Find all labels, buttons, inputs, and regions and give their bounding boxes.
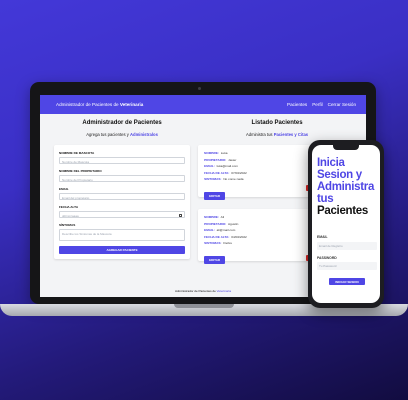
login-heading-dark: Pacientes <box>317 205 368 217</box>
patient-field-value: ali@mail.com <box>216 228 236 233</box>
edit-button[interactable]: EDITAR <box>204 192 226 200</box>
patient-field-value: 07/04/2022 <box>231 170 247 175</box>
owner-name-input[interactable]: Nombre del Propietario <box>59 175 186 182</box>
patient-field-value: No come nada <box>223 177 244 182</box>
patient-field-value: Luka <box>220 151 228 155</box>
pet-name-input[interactable]: Nombre de Mascota <box>59 157 186 164</box>
top-nav: Pacientes Perfil Cerrar Sesión <box>287 102 356 107</box>
login-email-label: EMAIL <box>317 235 328 239</box>
patient-field-key: EMAIL: <box>204 228 215 233</box>
email-label: EMAIL <box>59 187 69 191</box>
phone-notch <box>333 145 359 150</box>
patient-field-value: luka@mail.com <box>216 164 238 169</box>
form-column: Administrador de Pacientes Agrega tus pa… <box>54 118 191 273</box>
form-title: Administrador de Pacientes <box>82 120 162 126</box>
list-subtitle-prefix: Administra tus <box>245 132 274 137</box>
phone-screen: Inicia Sesion y Administra tus Pacientes… <box>312 145 380 303</box>
pet-name-label: NOMBRE DE MASCOTA <box>59 151 95 155</box>
patient-field-key: PROPIETARIO: <box>204 157 227 162</box>
add-patient-button[interactable]: AGREGAR PACIENTE <box>59 246 186 254</box>
patient-field-value: Javier <box>228 157 237 162</box>
patient-field-value: Agustin <box>227 221 239 226</box>
patient-field-key: EMAIL: <box>204 164 215 169</box>
patient-field-key: FECHA DE ALTA: <box>204 170 230 175</box>
nav-pacientes[interactable]: Pacientes <box>287 102 307 107</box>
symptoms-label: SÍNTOMAS <box>59 223 76 227</box>
symptoms-textarea[interactable]: Describe los Síntomas de la Mascota <box>59 229 186 241</box>
patient-field-value: Fiebre <box>223 241 233 246</box>
form-subtitle-accent: Administralos <box>129 132 158 137</box>
patient-field-key: SINTOMAS: <box>204 241 222 246</box>
calendar-icon[interactable] <box>178 213 183 217</box>
owner-name-label: NOMBRE DEL PROPIETARIO <box>59 169 102 173</box>
email-input[interactable]: Email del propietario <box>59 193 186 200</box>
login-heading-accent: Inicia Sesion y Administra tus <box>317 157 375 205</box>
list-subtitle: Administra tus Pacientes y Citas <box>198 132 356 137</box>
brand-prefix: Administrador de Pacientes de <box>56 102 120 107</box>
footer-accent: Veterinaria <box>216 289 232 293</box>
app-header: Administrador de Pacientes de Veterinari… <box>40 95 366 114</box>
patient-field-value: Ali <box>220 215 225 219</box>
list-subtitle-accent: Pacientes y Citas <box>273 132 309 137</box>
camera-dot <box>198 87 201 90</box>
login-password-input[interactable]: Tu Password <box>317 262 377 270</box>
patient-field-key: PROPIETARIO: <box>204 221 227 226</box>
login-button[interactable]: INICIAR SESION <box>329 278 365 285</box>
footer-prefix: Administrador de Pacientes de <box>174 289 217 293</box>
phone-frame: Inicia Sesion y Administra tus Pacientes… <box>308 140 384 308</box>
patient-field-key: NOMBRE: <box>204 215 219 219</box>
date-label: FECHA ALTA <box>59 205 79 209</box>
login-heading: Inicia Sesion y Administra tus Pacientes <box>317 157 377 217</box>
patient-field-value: 04/04/2022 <box>231 234 247 239</box>
laptop-notch <box>174 304 234 308</box>
form-subtitle: Agrega tus pacientes y Administralos <box>54 132 190 137</box>
patient-field-key: NOMBRE: <box>204 151 219 155</box>
date-input-value: dd/mm/aaaa <box>62 213 79 218</box>
login-email-input[interactable]: Email de Registro <box>317 241 377 250</box>
patient-field-key: SINTOMAS: <box>204 177 222 182</box>
patient-form: NOMBRE DE MASCOTA Nombre de Mascota NOMB… <box>54 145 191 259</box>
login-form: EMAIL Email de Registro PASSWORD Tu Pass… <box>317 235 377 285</box>
brand-highlight: Veterinaria <box>119 102 144 107</box>
nav-cerrar-sesion[interactable]: Cerrar Sesión <box>328 102 356 107</box>
patient-field-key: FECHA DE ALTA: <box>204 234 230 239</box>
login-password-label: PASSWORD <box>317 255 337 260</box>
nav-perfil[interactable]: Perfil <box>312 102 322 107</box>
edit-button[interactable]: EDITAR <box>204 256 226 264</box>
app-brand: Administrador de Pacientes de Veterinari… <box>56 102 143 107</box>
date-input[interactable]: dd/mm/aaaa <box>59 211 186 218</box>
list-title: Listado Pacientes <box>251 120 303 126</box>
form-subtitle-prefix: Agrega tus pacientes y <box>86 132 130 137</box>
